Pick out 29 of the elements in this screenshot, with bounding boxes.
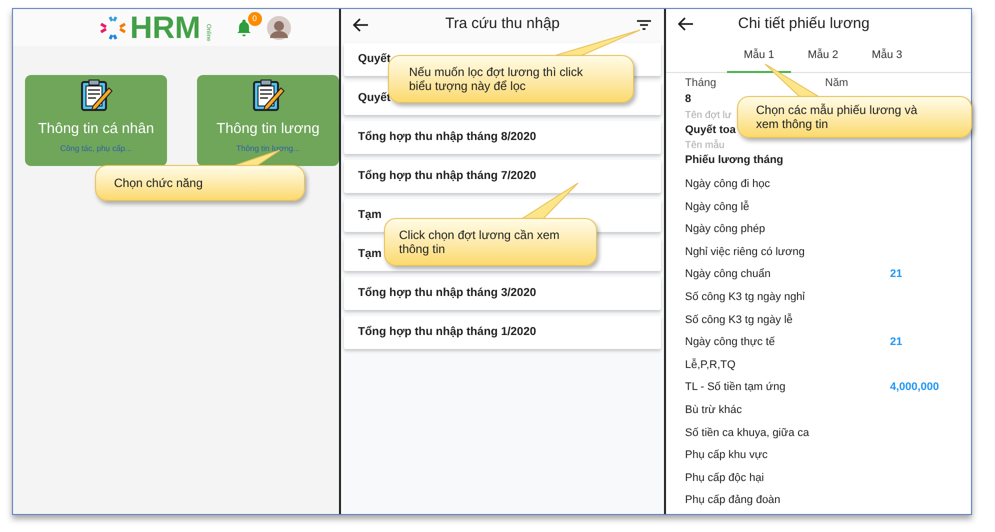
field-label: Năm: [825, 76, 848, 92]
field-value: Phiếu lương tháng: [685, 153, 784, 168]
payslip-item-value: 21: [890, 267, 902, 282]
payslip-item-label: Ngày công lễ: [685, 200, 750, 215]
payslip-item-label: Bù trừ khác: [685, 402, 743, 418]
field-label: Tên mẫu: [685, 138, 724, 152]
payslip-item-label: Số công K3 tg ngày lễ: [685, 312, 794, 328]
payslip-item-value: 4,000,000: [890, 380, 939, 396]
payslip-item-label: Lễ,P,R,TQ: [685, 358, 737, 373]
field-label: Tên đợt lư: [685, 109, 732, 122]
payslip-item-label: Phụ cấp độc hại: [685, 470, 765, 486]
payslip-item-label: Ngày công đi học: [685, 177, 771, 192]
payslip-item-label: Ngày công thực tế: [685, 335, 776, 350]
field-value: Quyết toa: [685, 123, 736, 138]
payslip-item-label: Ngày công chuẩn: [685, 267, 772, 282]
screen-title: Chi tiết phiếu lương: [738, 14, 870, 34]
payslip-item-label: Số công K3 tg ngày nghỉ: [685, 290, 806, 306]
screen-title: Tra cứu thu nhập: [444, 14, 561, 34]
payslip-item-label: Phụ cấp khu vực: [685, 448, 769, 464]
payslip-item-label: TL - Số tiền tạm ứng: [685, 380, 786, 396]
payslip-item-label: Phụ cấp đảng đoàn: [685, 493, 782, 508]
payslip-item-label: Số tiền ca khuya, giữa ca: [685, 426, 810, 441]
payslip-item-label: Ngày công phép: [685, 222, 766, 238]
payslip-item-label: Nghỉ việc riêng có lương: [685, 244, 806, 260]
hint-tooltip: Click chọn đợt lương cần xem thông tin: [384, 182, 599, 268]
notification-badge: 0: [248, 12, 262, 26]
field-value: 8: [685, 92, 692, 107]
field-label: Tháng: [685, 76, 718, 92]
payslip-item-value: 21: [890, 335, 902, 350]
